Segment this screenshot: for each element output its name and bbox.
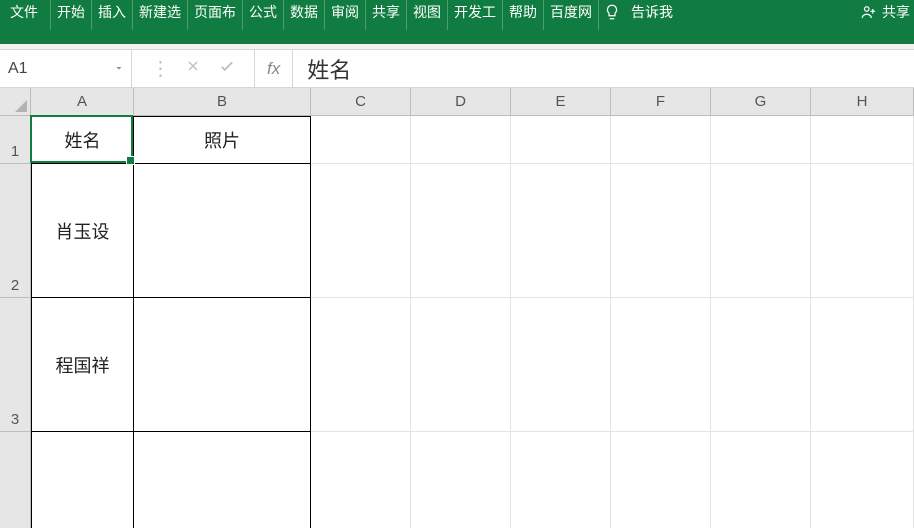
cell-E4[interactable]: [511, 432, 611, 528]
chevron-down-icon[interactable]: [113, 61, 125, 77]
cell-A3[interactable]: 程国祥: [31, 298, 134, 432]
ribbon-tab-help[interactable]: 帮助: [503, 0, 544, 30]
col-header-F[interactable]: F: [611, 88, 711, 115]
ribbon-tab-review[interactable]: 审阅: [325, 0, 366, 30]
cell-C1[interactable]: [311, 116, 411, 164]
ribbon-tab-developer[interactable]: 开发工: [448, 0, 503, 30]
fx-label[interactable]: fx: [255, 50, 293, 87]
row-header-1[interactable]: 1: [0, 116, 30, 164]
name-box-input[interactable]: [0, 50, 131, 87]
ribbon-tab-file[interactable]: 文件: [0, 0, 51, 30]
ribbon-tab-home[interactable]: 开始: [51, 0, 92, 30]
formula-bar: ⋮ fx: [0, 50, 914, 88]
cell-H1[interactable]: [811, 116, 914, 164]
ribbon-tab-formulas[interactable]: 公式: [243, 0, 284, 30]
enter-icon[interactable]: [210, 57, 244, 80]
cell-D3[interactable]: [411, 298, 511, 432]
col-header-D[interactable]: D: [411, 88, 511, 115]
ribbon-tab-data[interactable]: 数据: [284, 0, 325, 30]
cell-G2[interactable]: [711, 164, 811, 298]
cell-E3[interactable]: [511, 298, 611, 432]
cell-B1[interactable]: 照片: [134, 116, 311, 164]
cell-F2[interactable]: [611, 164, 711, 298]
ribbon-tab-new[interactable]: 新建选: [133, 0, 188, 30]
ribbon-tab-view[interactable]: 视图: [407, 0, 448, 30]
cell-G4[interactable]: [711, 432, 811, 528]
cell-B3[interactable]: [134, 298, 311, 432]
share-label: 共享: [882, 2, 910, 22]
ribbon-tab-share[interactable]: 共享: [366, 0, 407, 30]
cell-A4[interactable]: [31, 432, 134, 528]
cell-D2[interactable]: [411, 164, 511, 298]
ribbon-tab-baidu[interactable]: 百度网: [544, 0, 599, 30]
row-headers: 123: [0, 116, 31, 528]
col-header-B[interactable]: B: [134, 88, 311, 115]
cell-D4[interactable]: [411, 432, 511, 528]
col-header-H[interactable]: H: [811, 88, 914, 115]
tell-me[interactable]: 告诉我: [627, 0, 681, 30]
cell-A2[interactable]: 肖玉设: [31, 164, 134, 298]
cell-A1[interactable]: 姓名: [31, 116, 134, 164]
col-header-C[interactable]: C: [311, 88, 411, 115]
row-header-4[interactable]: [0, 432, 30, 528]
col-header-E[interactable]: E: [511, 88, 611, 115]
name-box[interactable]: [0, 50, 132, 87]
cell-H2[interactable]: [811, 164, 914, 298]
cell-C2[interactable]: [311, 164, 411, 298]
cell-H4[interactable]: [811, 432, 914, 528]
cell-G1[interactable]: [711, 116, 811, 164]
formula-bar-icons: ⋮: [132, 50, 255, 87]
ribbon: 文件 开始 插入 新建选 页面布 公式 数据 审阅 共享 视图 开发工 帮助 百…: [0, 0, 914, 44]
cell-B2[interactable]: [134, 164, 311, 298]
select-all-corner[interactable]: [0, 88, 31, 116]
cell-C4[interactable]: [311, 432, 411, 528]
row-header-2[interactable]: 2: [0, 164, 30, 298]
share-button[interactable]: 共享: [856, 0, 914, 30]
cell-E1[interactable]: [511, 116, 611, 164]
cell-F4[interactable]: [611, 432, 711, 528]
ribbon-tab-pagelayout[interactable]: 页面布: [188, 0, 243, 30]
cell-F1[interactable]: [611, 116, 711, 164]
sheet-area: ABCDEFGH 123 姓名照片肖玉设程国祥: [0, 88, 914, 528]
cell-C3[interactable]: [311, 298, 411, 432]
more-icon[interactable]: ⋮: [142, 56, 176, 81]
cell-B4[interactable]: [134, 432, 311, 528]
cell-F3[interactable]: [611, 298, 711, 432]
grid[interactable]: 姓名照片肖玉设程国祥: [31, 116, 914, 528]
row-header-3[interactable]: 3: [0, 298, 30, 432]
cell-D1[interactable]: [411, 116, 511, 164]
cell-E2[interactable]: [511, 164, 611, 298]
cell-G3[interactable]: [711, 298, 811, 432]
cancel-icon[interactable]: [176, 58, 210, 79]
lightbulb-icon[interactable]: [599, 0, 627, 30]
col-header-A[interactable]: A: [31, 88, 134, 115]
column-headers: ABCDEFGH: [31, 88, 914, 116]
ribbon-tab-insert[interactable]: 插入: [92, 0, 133, 30]
formula-input[interactable]: [293, 50, 914, 87]
col-header-G[interactable]: G: [711, 88, 811, 115]
cell-H3[interactable]: [811, 298, 914, 432]
